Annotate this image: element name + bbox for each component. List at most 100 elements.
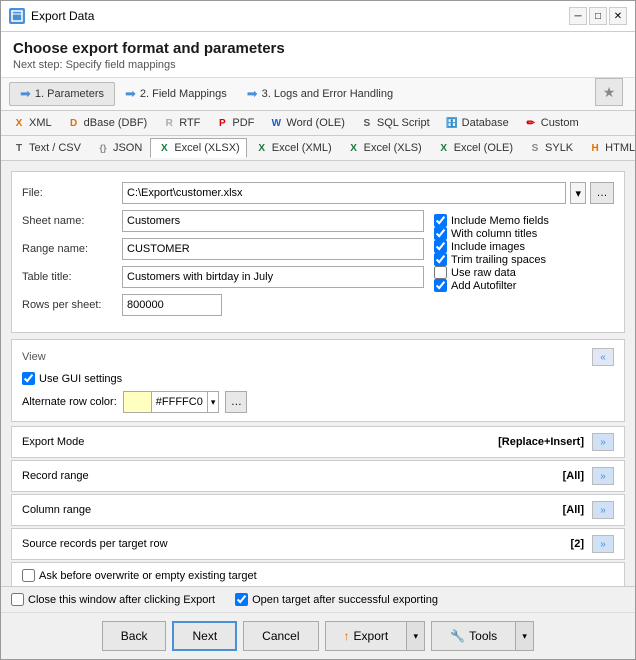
open-target-checkbox[interactable] xyxy=(235,593,248,606)
export-split-arrow[interactable]: ▾ xyxy=(407,621,425,651)
color-more-button[interactable]: … xyxy=(225,391,247,413)
header-subtitle: Next step: Specify field mappings xyxy=(13,59,623,71)
tab-html[interactable]: H HTML xyxy=(581,138,635,158)
browse-button[interactable]: … xyxy=(590,182,614,204)
tab-pdf[interactable]: P PDF xyxy=(208,113,261,133)
ask-overwrite-row: Ask before overwrite or empty existing t… xyxy=(11,562,625,586)
tab-database[interactable]: 🗄 Database xyxy=(438,113,516,133)
step3-arrow: ➡ xyxy=(247,86,258,102)
excel-xlsx-icon: X xyxy=(157,141,171,155)
tab-rtf[interactable]: R RTF xyxy=(155,113,207,133)
tools-label: Tools xyxy=(469,629,497,643)
tab-sylk[interactable]: S SYLK xyxy=(521,138,580,158)
export-button[interactable]: ↑ Export xyxy=(325,621,408,651)
excel-ole-icon: X xyxy=(437,141,451,155)
tab-excel-xls[interactable]: X Excel (XLS) xyxy=(340,138,429,158)
range-input[interactable] xyxy=(122,238,424,260)
add-autofilter-checkbox[interactable] xyxy=(434,279,447,292)
step-logs[interactable]: ➡ 3. Logs and Error Handling xyxy=(237,83,403,105)
table-row: Table title: xyxy=(22,266,424,288)
add-autofilter-label: Add Autofilter xyxy=(451,280,516,292)
maximize-button[interactable]: □ xyxy=(589,7,607,25)
tools-split-arrow[interactable]: ▾ xyxy=(516,621,534,651)
with-column-titles-row: With column titles xyxy=(434,227,614,240)
include-images-row: Include images xyxy=(434,240,614,253)
export-data-window: Export Data ─ □ ✕ Choose export format a… xyxy=(0,0,636,660)
include-images-checkbox[interactable] xyxy=(434,240,447,253)
color-hex-text: #FFFFC0 xyxy=(152,396,207,408)
tab-text-csv[interactable]: T Text / CSV xyxy=(5,138,88,158)
with-column-titles-checkbox[interactable] xyxy=(434,227,447,240)
use-raw-data-checkbox[interactable] xyxy=(434,266,447,279)
file-dropdown[interactable]: ▾ xyxy=(570,182,586,204)
export-mode-row: Export Mode [Replace+Insert] » xyxy=(11,426,625,458)
footer-checkboxes: Close this window after clicking Export … xyxy=(1,586,635,612)
use-gui-label: Use GUI settings xyxy=(39,373,122,385)
close-after-checkbox[interactable] xyxy=(11,593,24,606)
database-icon: 🗄 xyxy=(445,116,459,130)
add-autofilter-row: Add Autofilter xyxy=(434,279,614,292)
custom-icon: ✏ xyxy=(524,116,538,130)
tab-html-label: HTML xyxy=(605,142,635,154)
format-tabs-row1: X XML D dBase (DBF) R RTF P PDF W Word (… xyxy=(1,111,635,136)
minimize-button[interactable]: ─ xyxy=(569,7,587,25)
tab-dbase[interactable]: D dBase (DBF) xyxy=(60,113,155,133)
step-parameters[interactable]: ➡ 1. Parameters xyxy=(9,82,115,106)
record-range-label: Record range xyxy=(22,470,89,482)
tab-excel-xlsx[interactable]: X Excel (XLSX) xyxy=(150,138,246,158)
column-range-right: [All] » xyxy=(563,501,614,519)
with-column-titles-label: With column titles xyxy=(451,228,537,240)
tab-excel-xml[interactable]: X Excel (XML) xyxy=(248,138,339,158)
tab-excel-xls-label: Excel (XLS) xyxy=(364,142,422,154)
record-range-nav-button[interactable]: » xyxy=(592,467,614,485)
tools-group: 🔧 Tools ▾ xyxy=(431,621,534,651)
trim-trailing-row: Trim trailing spaces xyxy=(434,253,614,266)
color-swatch[interactable]: #FFFFC0 ▾ xyxy=(123,391,220,413)
file-input[interactable] xyxy=(122,182,566,204)
tab-custom[interactable]: ✏ Custom xyxy=(517,113,586,133)
color-dropdown-arrow[interactable]: ▾ xyxy=(207,392,219,412)
header-title: Choose export format and parameters xyxy=(13,40,623,57)
source-records-right: [2] » xyxy=(571,535,614,553)
tab-sql[interactable]: S SQL Script xyxy=(353,113,437,133)
table-input[interactable] xyxy=(122,266,424,288)
back-button[interactable]: Back xyxy=(102,621,167,651)
title-bar: Export Data ─ □ ✕ xyxy=(1,1,635,32)
favorite-button[interactable]: ★ xyxy=(595,78,623,106)
tab-word[interactable]: W Word (OLE) xyxy=(262,113,351,133)
cancel-button[interactable]: Cancel xyxy=(243,621,318,651)
use-raw-data-label: Use raw data xyxy=(451,267,516,279)
rtf-icon: R xyxy=(162,116,176,130)
column-range-row: Column range [All] » xyxy=(11,494,625,526)
rows-label: Rows per sheet: xyxy=(22,299,122,311)
window-icon xyxy=(9,8,25,24)
source-records-nav-button[interactable]: » xyxy=(592,535,614,553)
tools-icon: 🔧 xyxy=(450,629,465,643)
step-field-mappings[interactable]: ➡ 2. Field Mappings xyxy=(115,83,237,105)
tab-sql-label: SQL Script xyxy=(377,117,430,129)
range-row: Range name: xyxy=(22,238,424,260)
trim-trailing-checkbox[interactable] xyxy=(434,253,447,266)
tab-word-label: Word (OLE) xyxy=(286,117,344,129)
next-button[interactable]: Next xyxy=(172,621,237,651)
tab-json[interactable]: {} JSON xyxy=(89,138,149,158)
ask-overwrite-checkbox[interactable] xyxy=(22,569,35,582)
use-gui-checkbox[interactable] xyxy=(22,372,35,385)
export-mode-nav-button[interactable]: » xyxy=(592,433,614,451)
column-range-nav-button[interactable]: » xyxy=(592,501,614,519)
tab-rtf-label: RTF xyxy=(179,117,200,129)
tab-excel-ole[interactable]: X Excel (OLE) xyxy=(430,138,520,158)
rows-input[interactable] xyxy=(122,294,222,316)
sheet-input[interactable] xyxy=(122,210,424,232)
step1-arrow: ➡ xyxy=(20,86,31,102)
record-range-right: [All] » xyxy=(563,467,614,485)
tab-xml[interactable]: X XML xyxy=(5,113,59,133)
close-button[interactable]: ✕ xyxy=(609,7,627,25)
content-area: File: ▾ … Sheet name: Range xyxy=(1,161,635,586)
collapse-view-button[interactable]: « xyxy=(592,348,614,366)
export-mode-value: [Replace+Insert] xyxy=(498,436,584,448)
export-label: Export xyxy=(354,629,389,643)
tools-button[interactable]: 🔧 Tools xyxy=(431,621,516,651)
include-memo-checkbox[interactable] xyxy=(434,214,447,227)
title-bar-controls: ─ □ ✕ xyxy=(569,7,627,25)
